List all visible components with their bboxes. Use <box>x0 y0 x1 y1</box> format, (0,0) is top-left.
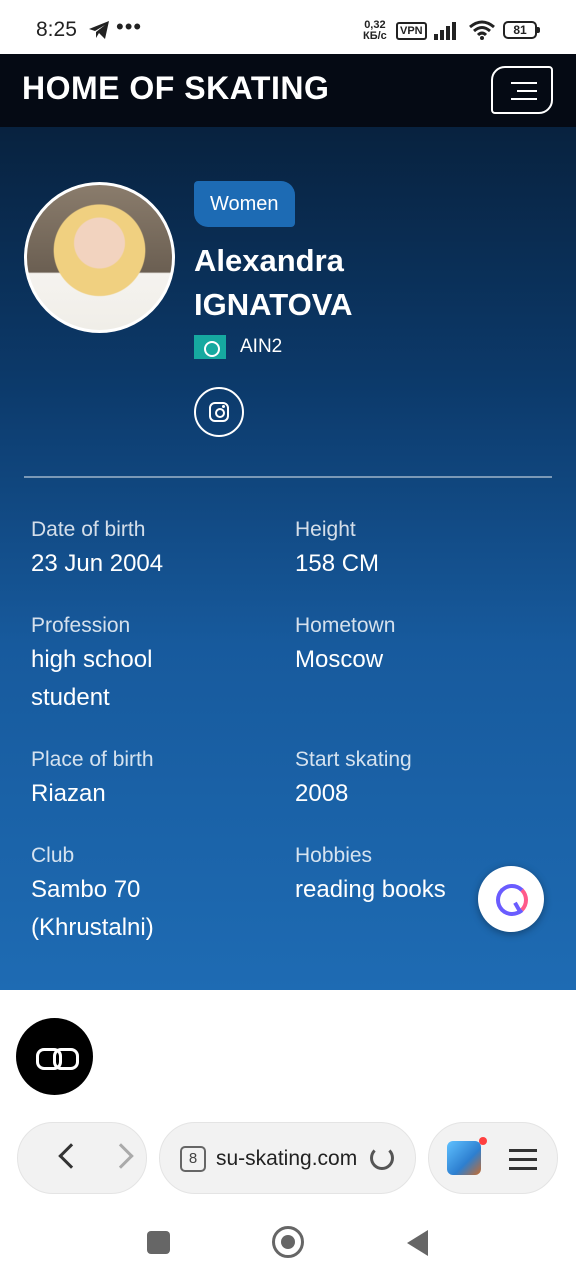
address-bar[interactable]: 8 su-skating.com <box>159 1122 416 1194</box>
network-speed: 0,32 КБ/c <box>363 19 387 42</box>
wifi-icon <box>469 20 495 40</box>
first-name: Alexandra <box>194 243 344 278</box>
browser-toolbar: 8 su-skating.com <box>0 1112 576 1206</box>
info-club: Club Sambo 70 (Khrustalni) <box>31 844 154 941</box>
status-bar: 8:25 ••• 0,32 КБ/c VPN 81 <box>0 0 576 56</box>
reload-icon[interactable] <box>370 1146 394 1170</box>
more-notifications-icon: ••• <box>116 14 143 39</box>
system-navigation <box>0 1206 576 1280</box>
athlete-name: Alexandra IGNATOVA <box>194 239 352 327</box>
link-button[interactable] <box>16 1018 93 1095</box>
telegram-icon <box>89 21 109 39</box>
tab-count[interactable]: 8 <box>180 1146 206 1172</box>
forward-icon[interactable] <box>108 1143 134 1169</box>
instagram-button[interactable] <box>194 387 244 437</box>
info-profession: Profession high school student <box>31 614 153 711</box>
navigation-controls <box>17 1122 147 1194</box>
notification-dot <box>479 1137 487 1145</box>
flag-icon <box>194 335 226 359</box>
browser-actions <box>428 1122 558 1194</box>
recents-icon[interactable] <box>147 1231 170 1254</box>
last-name: IGNATOVA <box>194 287 353 322</box>
category-badge: Women <box>194 181 295 227</box>
info-date-of-birth: Date of birth 23 Jun 2004 <box>31 518 164 577</box>
divider <box>24 476 552 478</box>
vpn-badge: VPN <box>396 22 427 40</box>
site-header: HOME OF SKATING <box>0 54 576 127</box>
athlete-photo <box>24 182 175 333</box>
home-icon[interactable] <box>272 1226 304 1258</box>
nation-code: AIN2 <box>240 336 283 357</box>
hamburger-icon <box>511 82 537 84</box>
info-start-skating: Start skating 2008 <box>295 748 412 807</box>
signal-icon <box>434 22 456 40</box>
url-text[interactable]: su-skating.com <box>216 1147 357 1171</box>
battery-icon: 81 <box>503 21 540 39</box>
info-height: Height 158 CM <box>295 518 380 577</box>
back-nav-icon[interactable] <box>407 1230 428 1256</box>
status-time: 8:25 <box>36 18 77 41</box>
info-place-of-birth: Place of birth Riazan <box>31 748 154 807</box>
info-hometown: Hometown Moscow <box>295 614 396 673</box>
menu-button[interactable] <box>491 66 553 114</box>
assistant-button[interactable] <box>478 866 544 932</box>
athlete-profile: Women Alexandra IGNATOVA AIN2 Date of bi… <box>0 127 576 990</box>
extension-icon[interactable] <box>447 1141 481 1175</box>
site-title[interactable]: HOME OF SKATING <box>22 70 329 107</box>
back-icon[interactable] <box>58 1143 84 1169</box>
browser-menu-icon[interactable] <box>509 1149 537 1152</box>
instagram-icon <box>209 402 229 422</box>
